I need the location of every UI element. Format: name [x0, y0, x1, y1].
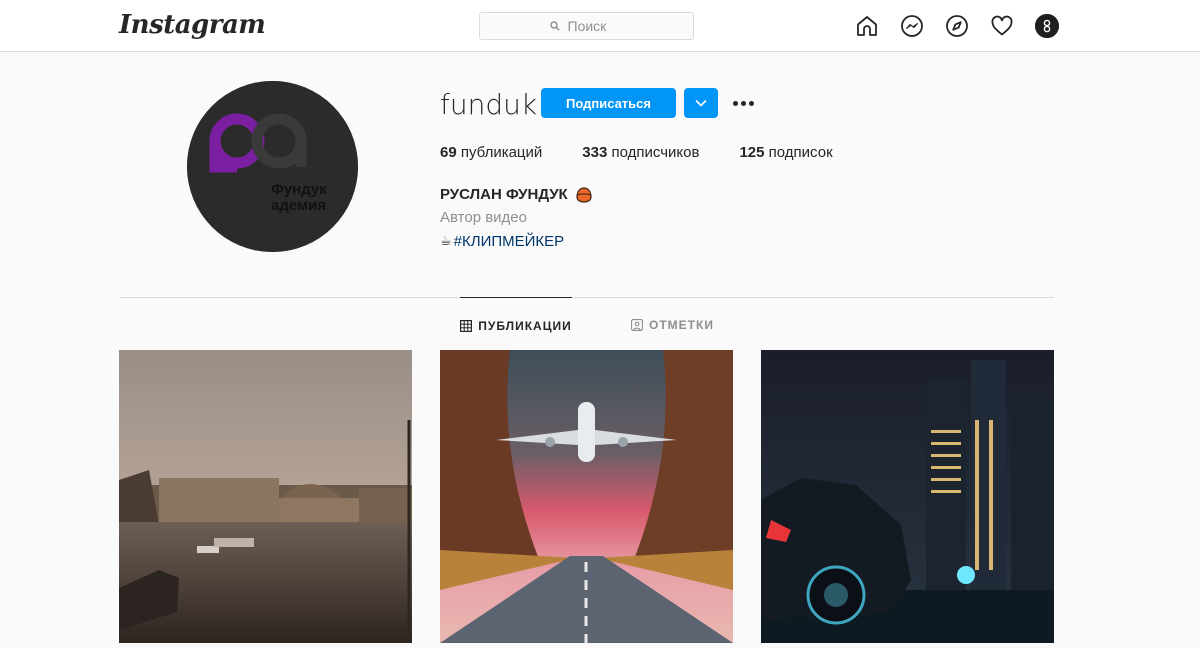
post-night-city-car[interactable]	[761, 350, 1054, 643]
dot-icon	[748, 100, 754, 106]
chevron-down-icon	[695, 99, 707, 107]
more-options-button[interactable]	[731, 92, 755, 114]
follow-button[interactable]: Подписаться	[541, 88, 676, 118]
profile-stats: 69 публикаций 333 подписчиков 125 подпис…	[440, 144, 833, 161]
canal-sunset-image	[119, 350, 412, 643]
profile-bio: ☕ #КЛИПМЕЙКЕР	[440, 233, 564, 250]
dot-icon	[740, 100, 746, 106]
suggestions-dropdown-button[interactable]	[684, 88, 718, 118]
svg-text:Фундук: Фундук	[271, 181, 327, 198]
profile-avatar[interactable]: Фундук адемия	[187, 81, 358, 252]
hazelnut-emoji-icon	[576, 187, 592, 203]
dot-icon	[732, 100, 738, 106]
following-link[interactable]: 125 подписок	[739, 144, 832, 161]
tab-posts[interactable]: ПУБЛИКАЦИИ	[460, 297, 572, 354]
search-input[interactable]	[565, 17, 624, 35]
tab-tagged[interactable]: ОТМЕТКИ	[631, 297, 714, 353]
coffee-emoji-icon: ☕	[440, 234, 452, 249]
night-city-car-image	[761, 350, 1054, 643]
profile-full-name: РУСЛАН ФУНДУК	[440, 184, 594, 204]
home-icon[interactable]	[855, 14, 879, 38]
explore-icon[interactable]	[945, 14, 969, 38]
instagram-logo[interactable]: Instagram	[119, 10, 266, 40]
profile-username: funduk	[440, 88, 538, 121]
profile-avatar-icon[interactable]	[1035, 14, 1059, 38]
followers-link[interactable]: 333 подписчиков	[582, 144, 699, 161]
bio-hashtag-link[interactable]: #КЛИПМЕЙКЕР	[454, 233, 565, 250]
top-navigation-bar: Instagram	[0, 0, 1200, 52]
svg-text:адемия: адемия	[271, 197, 326, 214]
posts-count: 69 публикаций	[440, 144, 543, 161]
tagged-person-icon	[631, 319, 643, 331]
search-icon	[549, 21, 560, 31]
nav-icons	[855, 14, 1059, 38]
post-airplane-road[interactable]	[440, 350, 733, 643]
grid-icon	[460, 320, 473, 332]
search-box[interactable]	[479, 12, 694, 40]
profile-category: Автор видео	[440, 209, 527, 226]
messenger-icon[interactable]	[900, 14, 924, 38]
airplane-road-image	[440, 350, 733, 643]
post-canal-sunset[interactable]	[119, 350, 412, 643]
activity-heart-icon[interactable]	[990, 14, 1014, 38]
tabs-divider	[119, 297, 1054, 298]
